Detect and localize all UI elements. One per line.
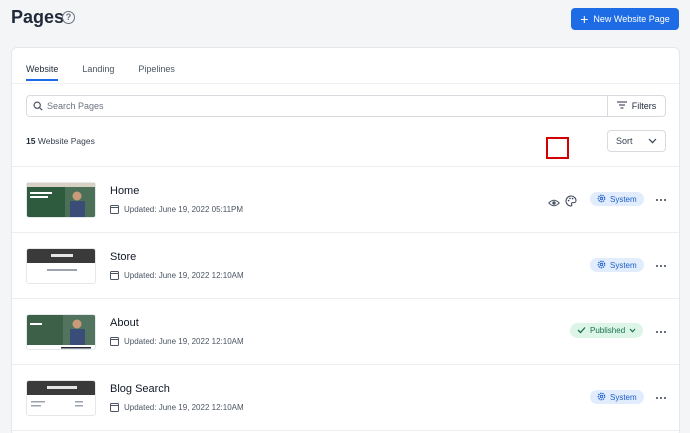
page-thumbnail[interactable] — [26, 314, 96, 350]
page-row-store[interactable]: Store Updated: June 19, 2022 12:10AM Sys… — [12, 233, 679, 299]
status-badge: System — [590, 390, 644, 404]
updated-info: Updated: June 19, 2022 12:10AM — [110, 337, 244, 346]
tab-bar: Website Landing Pipelines — [26, 64, 199, 81]
palette-icon[interactable] — [565, 194, 577, 207]
chevron-down-icon — [629, 326, 636, 335]
top-bar: Pages ? + New Website Page — [0, 0, 690, 40]
updated-info: Updated: June 19, 2022 12:10AM — [110, 271, 244, 280]
calendar-icon — [110, 271, 119, 280]
tab-website[interactable]: Website — [26, 64, 59, 81]
status-dropdown[interactable]: Published — [570, 323, 644, 338]
search-icon — [29, 95, 47, 117]
updated-text: Updated: June 19, 2022 12:10AM — [124, 403, 244, 412]
gear-icon — [597, 392, 606, 403]
page-row-home[interactable]: Home Updated: June 19, 2022 05:11PM Syst… — [12, 167, 679, 233]
chevron-down-icon — [648, 136, 657, 146]
pages-count-number: 15 — [26, 136, 36, 146]
calendar-icon — [110, 205, 119, 214]
question-circle-icon[interactable]: ? — [62, 11, 75, 24]
updated-text: Updated: June 19, 2022 12:10AM — [124, 271, 244, 280]
page-title: Pages — [11, 7, 65, 27]
page-row-about[interactable]: About Updated: June 19, 2022 12:10AM Pub… — [12, 299, 679, 365]
status-badge: System — [590, 258, 644, 272]
new-website-page-button[interactable]: + New Website Page — [571, 8, 679, 30]
updated-text: Updated: June 19, 2022 12:10AM — [124, 337, 244, 346]
more-options-icon[interactable] — [655, 326, 667, 338]
status-badge-label: System — [610, 392, 637, 402]
filter-icon — [616, 101, 627, 111]
tab-landing[interactable]: Landing — [82, 64, 114, 81]
updated-info: Updated: June 19, 2022 05:11PM — [110, 205, 243, 214]
check-icon — [577, 326, 586, 336]
search-input[interactable] — [47, 101, 587, 111]
tab-pipelines[interactable]: Pipelines — [138, 64, 175, 81]
calendar-icon — [110, 337, 119, 346]
gear-icon — [597, 260, 606, 271]
page-title-link[interactable]: About — [110, 317, 139, 329]
search-box — [26, 95, 608, 117]
calendar-icon — [110, 403, 119, 412]
gear-icon — [597, 194, 606, 205]
filters-button[interactable]: Filters — [607, 95, 666, 117]
status-badge-label: Published — [590, 326, 626, 335]
updated-info: Updated: June 19, 2022 12:10AM — [110, 403, 244, 412]
sort-dropdown[interactable]: Sort — [607, 130, 666, 152]
status-badge-label: System — [610, 260, 637, 270]
tabs-divider — [12, 83, 679, 84]
filters-label: Filters — [631, 101, 657, 111]
pages-count: 15 Website Pages — [26, 136, 95, 146]
more-options-icon[interactable] — [655, 260, 667, 272]
page-title-link[interactable]: Blog Search — [110, 383, 170, 395]
page-row-blog-search[interactable]: Blog Search Updated: June 19, 2022 12:10… — [12, 365, 679, 431]
new-website-page-label: New Website Page — [593, 14, 670, 24]
plus-icon: + — [580, 10, 589, 27]
page-thumbnail[interactable] — [26, 182, 96, 218]
more-options-icon[interactable] — [655, 194, 667, 206]
pages-card: Website Landing Pipelines Filters 15 Web… — [11, 47, 680, 433]
sort-label: Sort — [616, 136, 633, 146]
page-title-link[interactable]: Store — [110, 251, 136, 263]
page-thumbnail[interactable] — [26, 380, 96, 416]
page-title-link[interactable]: Home — [110, 185, 139, 197]
eye-icon[interactable] — [548, 195, 560, 207]
page-thumbnail[interactable] — [26, 248, 96, 284]
status-badge-label: System — [610, 194, 637, 204]
more-options-icon[interactable] — [655, 392, 667, 404]
status-badge: System — [590, 192, 644, 206]
highlight-box — [546, 137, 569, 159]
updated-text: Updated: June 19, 2022 05:11PM — [124, 205, 244, 214]
pages-count-label: Website Pages — [37, 136, 95, 146]
